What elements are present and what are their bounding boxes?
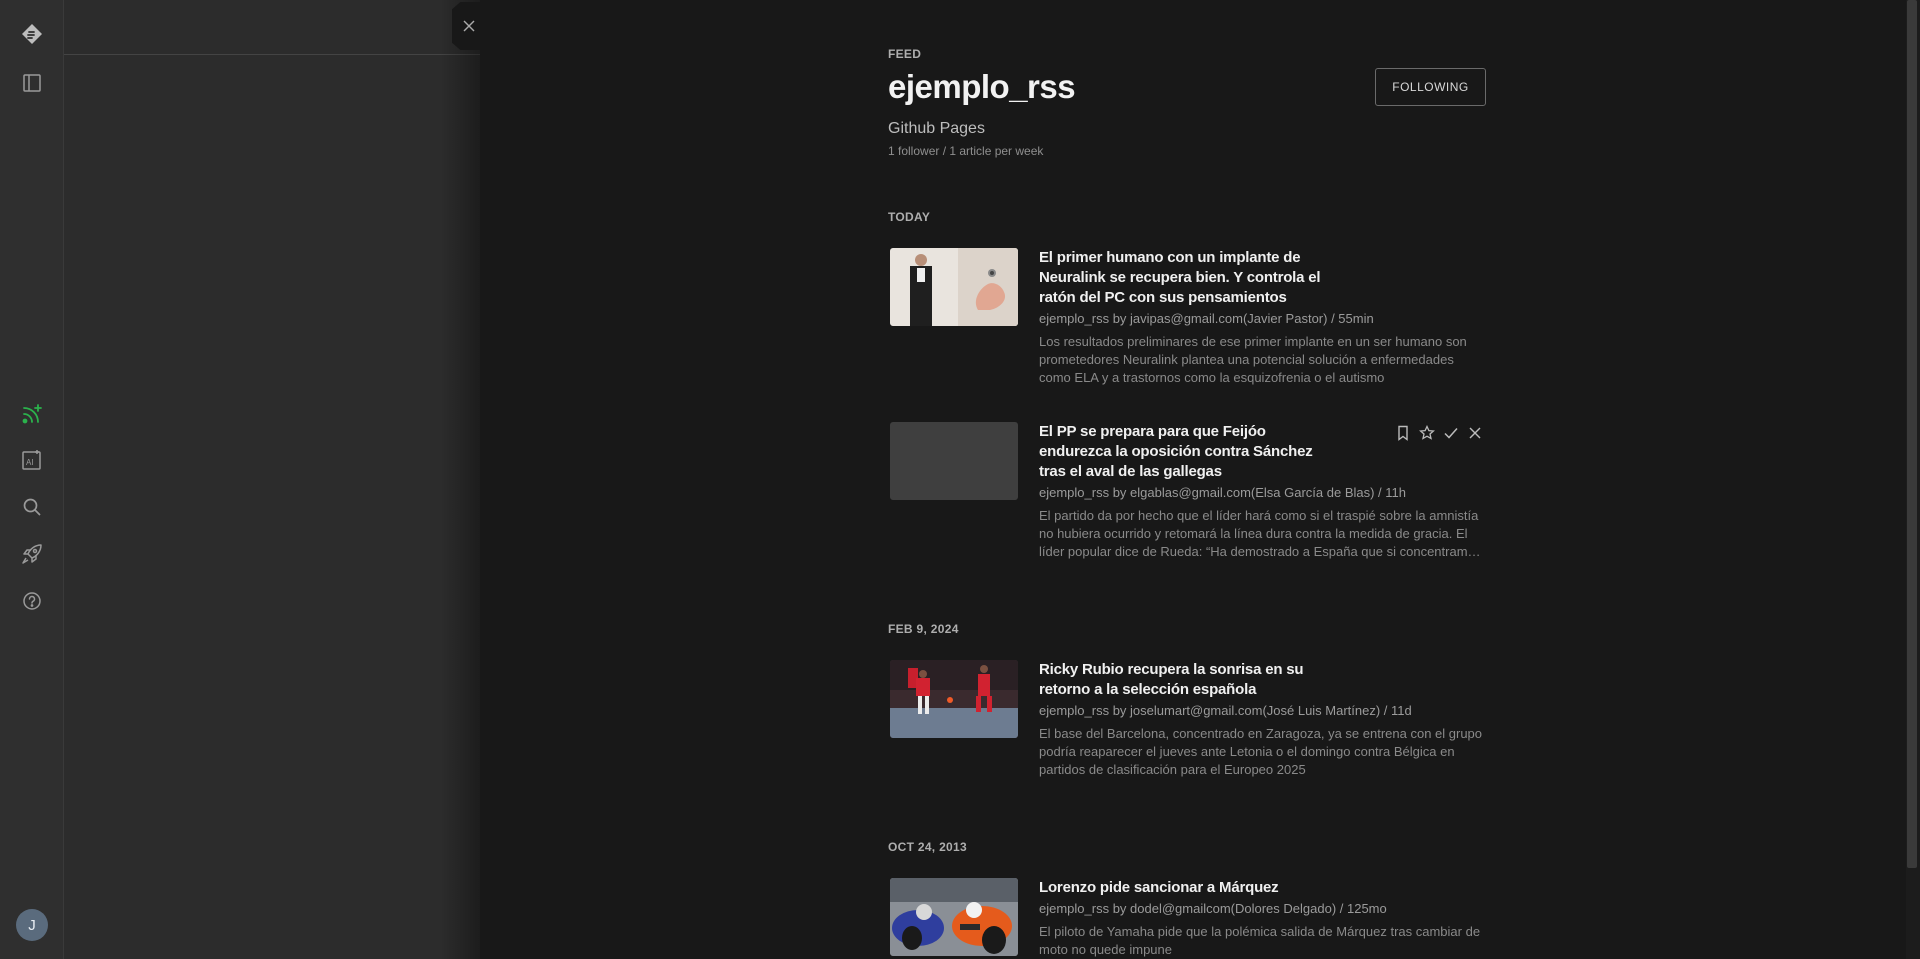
article-title[interactable]: El PP se prepara para que Feijóo endurez… [1039,422,1339,482]
article-meta: ejemplo_rss by dodel@gmailcom(Dolores De… [1039,901,1387,916]
help-icon[interactable] [19,588,45,614]
article-title[interactable]: El primer humano con un implante de Neur… [1039,248,1339,308]
close-icon [463,20,475,32]
article-title[interactable]: Ricky Rubio recupera la sonrisa en su re… [1039,660,1339,700]
article-thumbnail[interactable] [890,660,1018,738]
article-summary: Los resultados preliminares de ese prime… [1039,334,1467,385]
article-item[interactable]: El primer humano con un implante de Neur… [888,248,1488,388]
save-later-button[interactable] [1394,424,1412,442]
article-summary: El partido da por hecho que el líder har… [1039,508,1481,559]
article-thumbnail[interactable] [890,878,1018,956]
svg-text:AI: AI [26,458,34,467]
check-icon [1444,428,1458,439]
feed-source: Github Pages [888,120,985,137]
bookmark-icon [1398,425,1408,441]
add-feed-icon[interactable] [19,401,45,427]
star-icon [1419,425,1435,440]
feed-label: FEED [888,47,922,61]
close-icon [1469,427,1481,439]
avatar[interactable]: J [16,909,48,941]
rocket-icon[interactable] [19,541,45,567]
article-meta: ejemplo_rss by javipas@gmail.com(Javier … [1039,311,1374,326]
article-meta: ejemplo_rss by joselumart@gmail.com(José… [1039,703,1412,718]
sidebar-toggle-icon[interactable] [19,70,45,96]
feedly-logo-icon[interactable] [19,21,45,47]
article-thumbnail[interactable] [890,248,1018,326]
feed-stats: 1 follower / 1 article per week [888,144,1044,158]
ai-feed-icon[interactable]: AI [19,447,45,473]
section-label-today: TODAY [888,210,931,224]
mark-read-button[interactable] [1442,424,1460,442]
article-actions [1394,424,1484,442]
section-label-date: FEB 9, 2024 [888,622,959,636]
search-icon[interactable] [19,494,45,520]
article-item[interactable]: Ricky Rubio recupera la sonrisa en su re… [888,660,1488,780]
section-label-date: OCT 24, 2013 [888,840,967,854]
scrollbar-thumb[interactable] [1907,0,1917,868]
panel-divider [64,54,480,55]
article-item[interactable]: Lorenzo pide sancionar a Márquez ejemplo… [888,878,1488,959]
article-thumbnail-placeholder[interactable] [890,422,1018,500]
hide-article-button[interactable] [1466,424,1484,442]
feeds-panel [64,0,480,959]
article-summary: El piloto de Yamaha pide que la polémica… [1039,924,1481,957]
article-title[interactable]: Lorenzo pide sancionar a Márquez [1039,878,1339,898]
following-button[interactable]: FOLLOWING [1375,68,1486,106]
favorite-button[interactable] [1418,424,1436,442]
feed-title: ejemplo_rss [888,68,1076,105]
close-panel-button[interactable] [452,2,480,50]
article-summary: El base del Barcelona, concentrado en Za… [1039,726,1483,777]
article-item[interactable]: El PP se prepara para que Feijóo endurez… [888,422,1488,562]
panel-shadow [440,0,480,959]
left-rail: AI J [0,0,64,959]
article-meta: ejemplo_rss by elgablas@gmail.com(Elsa G… [1039,485,1407,500]
